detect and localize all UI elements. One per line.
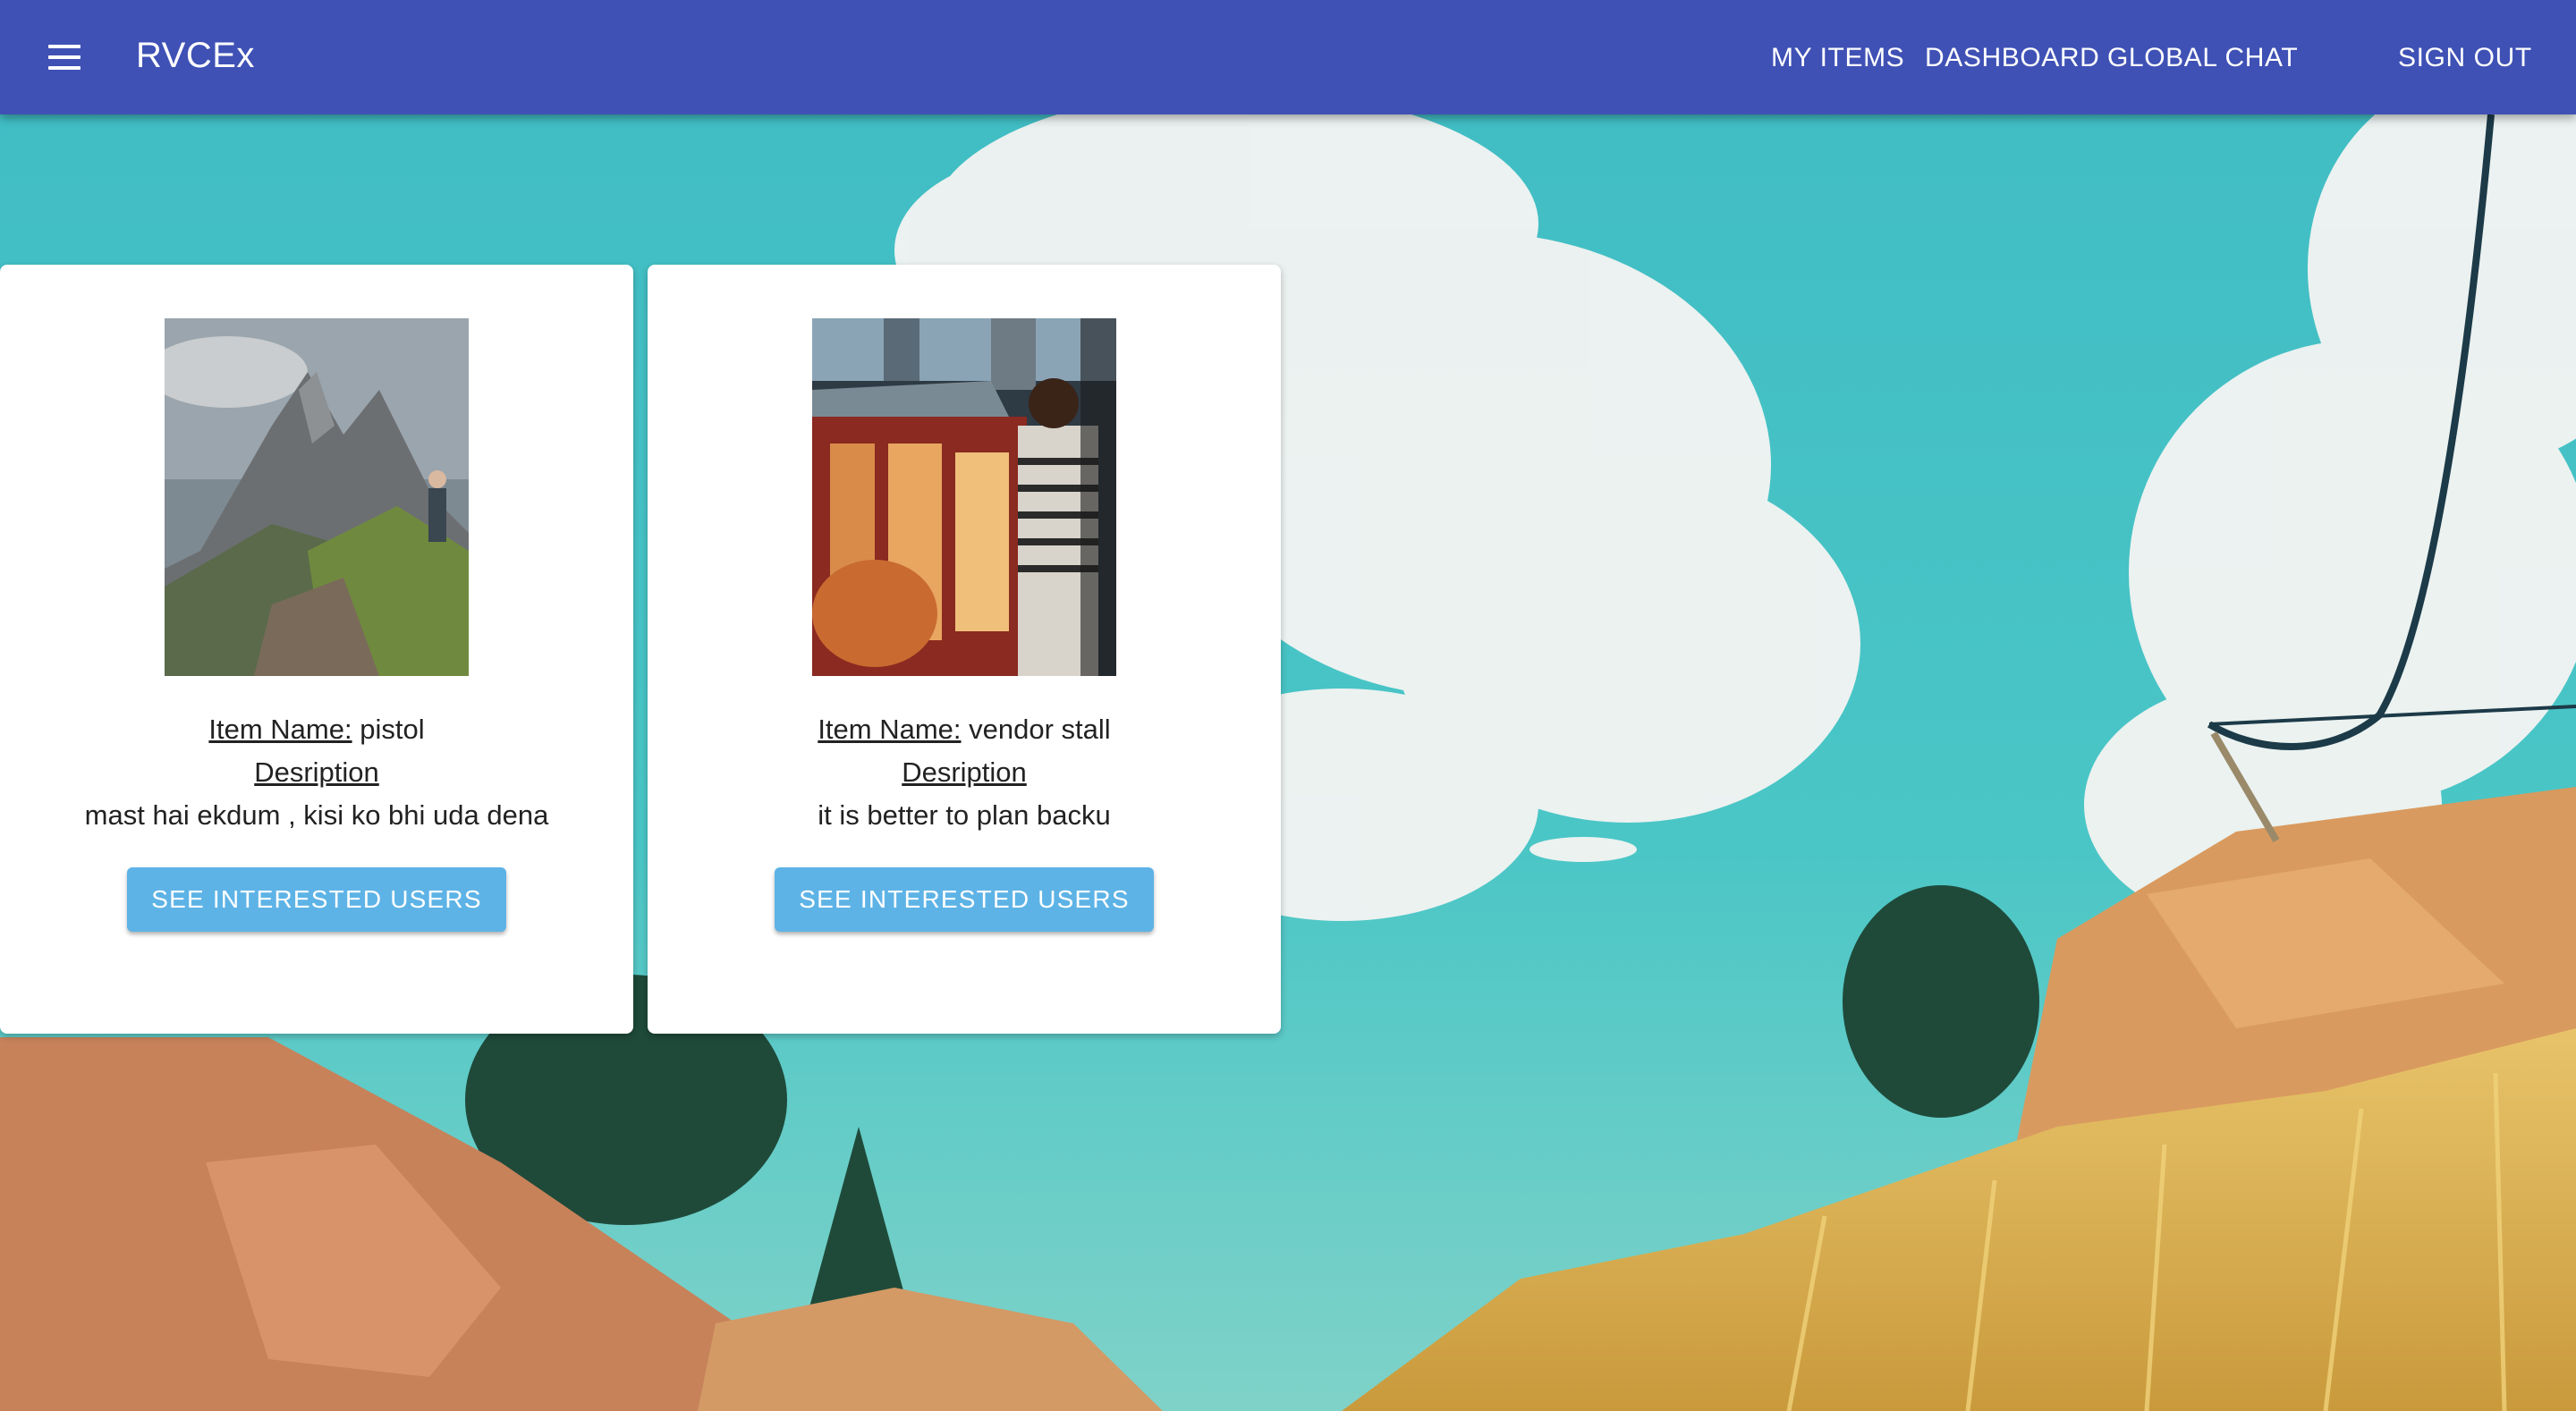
item-name-line: Item Name: vendor stall — [648, 708, 1281, 751]
app-title: RVCEx — [136, 36, 255, 75]
nav-sign-out[interactable]: SIGN OUT — [2398, 36, 2532, 80]
item-name-label: Item Name: — [818, 714, 962, 745]
item-description: it is better to plan backu — [818, 799, 1111, 831]
description-label: Desription — [902, 756, 1027, 788]
see-interested-users-button[interactable]: SEE INTERESTED USERS — [127, 867, 506, 932]
vendor-stall-photo — [812, 318, 1116, 676]
item-image — [812, 318, 1116, 676]
menu-icon[interactable] — [41, 32, 88, 82]
item-card: Item Name: vendor stall Desription it is… — [648, 265, 1281, 1034]
nav-my-items[interactable]: MY ITEMS — [1771, 36, 1904, 80]
item-name-value: vendor stall — [969, 714, 1111, 745]
item-name-line: Item Name: pistol — [0, 708, 633, 751]
description-label-row: Desription — [0, 751, 633, 794]
description-label-row: Desription — [648, 751, 1281, 794]
nav-global-chat[interactable]: GLOBAL CHAT — [2107, 36, 2298, 80]
see-interested-users-button[interactable]: SEE INTERESTED USERS — [775, 867, 1154, 932]
item-name-value: pistol — [360, 714, 425, 745]
app-bar: RVCEx MY ITEMS DASHBOARD GLOBAL CHAT SIG… — [0, 0, 2576, 114]
mountain-photo — [165, 318, 469, 676]
item-card: Item Name: pistol Desription mast hai ek… — [0, 265, 633, 1034]
item-name-label: Item Name: — [208, 714, 352, 745]
nav-dashboard[interactable]: DASHBOARD — [1925, 36, 2099, 80]
item-description: mast hai ekdum , kisi ko bhi uda dena — [84, 799, 549, 831]
item-image — [165, 318, 469, 676]
description-label: Desription — [254, 756, 379, 788]
